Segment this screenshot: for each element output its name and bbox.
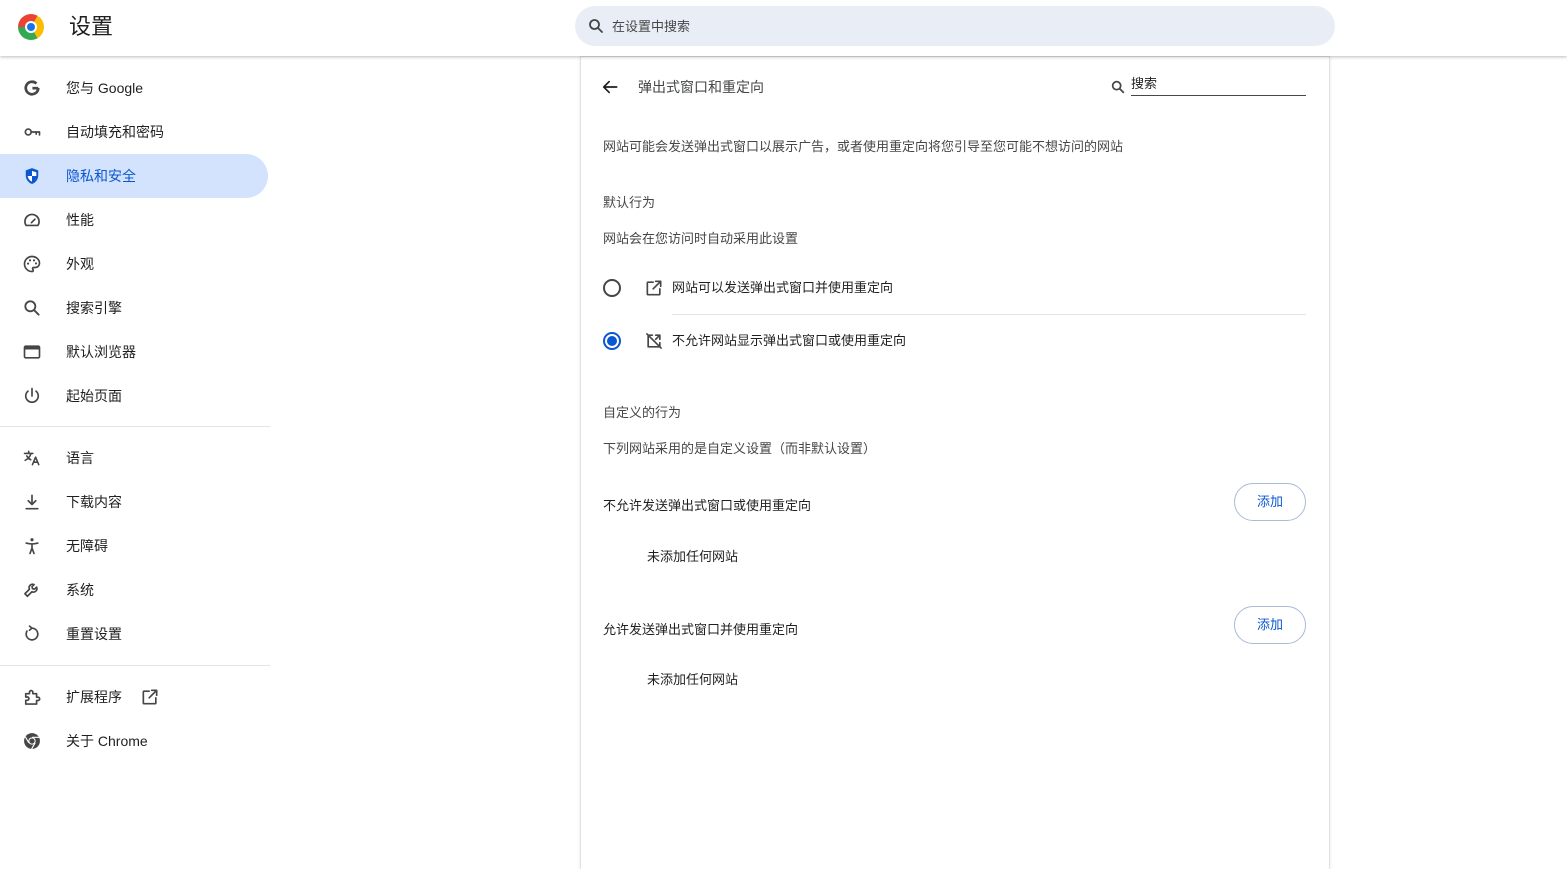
palette-icon <box>22 254 42 274</box>
sidebar-item-label: 关于 Chrome <box>66 733 148 749</box>
search-icon <box>587 17 605 35</box>
sidebar-item-label: 无障碍 <box>66 538 108 554</box>
sidebar-item-label: 自动填充和密码 <box>66 124 164 140</box>
sidebar-item-performance[interactable]: 性能 <box>0 198 268 242</box>
back-button[interactable] <box>600 77 620 97</box>
browser-window-icon <box>22 342 42 362</box>
wrench-icon <box>22 580 42 600</box>
sidebar-item-search-engine[interactable]: 搜索引擎 <box>0 286 268 330</box>
sidebar-item-downloads[interactable]: 下载内容 <box>0 480 268 524</box>
section-heading-default-behavior: 默认行为 <box>603 195 656 210</box>
settings-header: 设置 <box>0 0 1567 56</box>
search-icon <box>22 298 42 318</box>
page-title: 弹出式窗口和重定向 <box>638 79 764 95</box>
radio-option-label: 不允许网站显示弹出式窗口或使用重定向 <box>672 333 907 348</box>
radio-option-label: 网站可以发送弹出式窗口并使用重定向 <box>672 280 894 295</box>
add-blocked-site-button[interactable]: 添加 <box>1234 483 1306 521</box>
app-title: 设置 <box>69 14 114 39</box>
sidebar-item-default-browser[interactable]: 默认浏览器 <box>0 330 268 374</box>
allowed-list-empty-text: 未添加任何网站 <box>647 672 739 687</box>
allowed-list-title: 允许发送弹出式窗口并使用重定向 <box>603 622 799 637</box>
chrome-logo-icon <box>18 14 44 40</box>
radio-button[interactable] <box>603 279 621 297</box>
accessibility-icon <box>22 536 42 556</box>
restore-icon <box>22 624 42 644</box>
sidebar-item-you-and-google[interactable]: 您与 Google <box>0 66 268 110</box>
blocked-list-empty-text: 未添加任何网站 <box>647 549 739 564</box>
add-allowed-site-button[interactable]: 添加 <box>1234 606 1306 644</box>
sidebar-item-privacy-security[interactable]: 隐私和安全 <box>0 154 268 198</box>
sidebar-divider <box>0 665 270 666</box>
sidebar-divider <box>0 426 270 427</box>
blocked-list-title: 不允许发送弹出式窗口或使用重定向 <box>603 498 812 513</box>
search-icon <box>1110 79 1126 95</box>
sidebar-item-label: 下载内容 <box>66 494 122 510</box>
sidebar-item-label: 性能 <box>66 212 94 228</box>
sidebar-item-appearance[interactable]: 外观 <box>0 242 268 286</box>
sidebar-item-autofill-passwords[interactable]: 自动填充和密码 <box>0 110 268 154</box>
puzzle-icon <box>22 687 42 707</box>
external-link-icon <box>140 687 160 707</box>
settings-search-input[interactable] <box>612 6 1312 46</box>
radio-button[interactable] <box>603 332 621 350</box>
power-icon <box>22 386 42 406</box>
radio-option-allow-popups[interactable]: 网站可以发送弹出式窗口并使用重定向 <box>603 265 1306 311</box>
sidebar-item-label: 语言 <box>66 450 94 466</box>
settings-search-bar[interactable] <box>575 6 1335 46</box>
shield-icon <box>22 166 42 186</box>
option-divider <box>672 314 1306 315</box>
sidebar-item-extensions[interactable]: 扩展程序 <box>0 675 268 719</box>
open-in-new-icon <box>644 278 664 298</box>
sidebar-item-languages[interactable]: 语言 <box>0 436 268 480</box>
popup-blocked-icon <box>644 331 664 351</box>
key-icon <box>22 122 42 142</box>
google-g-icon <box>22 78 42 98</box>
sidebar-item-system[interactable]: 系统 <box>0 568 268 612</box>
sidebar-item-on-startup[interactable]: 起始页面 <box>0 374 268 418</box>
sidebar-item-label: 隐私和安全 <box>66 168 136 184</box>
section-subheading-default-behavior: 网站会在您访问时自动采用此设置 <box>603 231 799 246</box>
page-description: 网站可能会发送弹出式窗口以展示广告，或者使用重定向将您引导至您可能不想访问的网站 <box>603 139 1124 154</box>
sidebar-item-label: 起始页面 <box>66 388 122 404</box>
sidebar-item-reset-settings[interactable]: 重置设置 <box>0 612 268 656</box>
sidebar-item-accessibility[interactable]: 无障碍 <box>0 524 268 568</box>
sidebar-item-about-chrome[interactable]: 关于 Chrome <box>0 719 268 763</box>
sidebar-nav: 您与 Google 自动填充和密码 隐私和安全 性能 外观 搜索引擎 默认浏览器… <box>0 0 270 869</box>
sidebar-item-label: 系统 <box>66 582 94 598</box>
page-search-input[interactable] <box>1131 72 1306 96</box>
back-arrow-icon <box>600 77 620 97</box>
section-heading-custom-behavior: 自定义的行为 <box>603 405 682 420</box>
sidebar-item-label: 外观 <box>66 256 94 272</box>
sidebar-item-label: 您与 Google <box>66 80 144 96</box>
sidebar-item-label: 重置设置 <box>66 626 122 642</box>
translate-icon <box>22 448 42 468</box>
section-subheading-custom-behavior: 下列网站采用的是自定义设置（而非默认设置） <box>603 441 877 456</box>
sidebar-item-label: 搜索引擎 <box>66 300 122 316</box>
chrome-icon <box>22 731 42 751</box>
sidebar-item-label: 默认浏览器 <box>66 344 136 360</box>
popups-settings-card: 弹出式窗口和重定向 网站可能会发送弹出式窗口以展示广告，或者使用重定向将您引导至… <box>581 57 1329 869</box>
download-icon <box>22 492 42 512</box>
speedometer-icon <box>22 210 42 230</box>
sidebar-item-label: 扩展程序 <box>66 689 122 705</box>
radio-option-block-popups[interactable]: 不允许网站显示弹出式窗口或使用重定向 <box>603 318 1306 364</box>
